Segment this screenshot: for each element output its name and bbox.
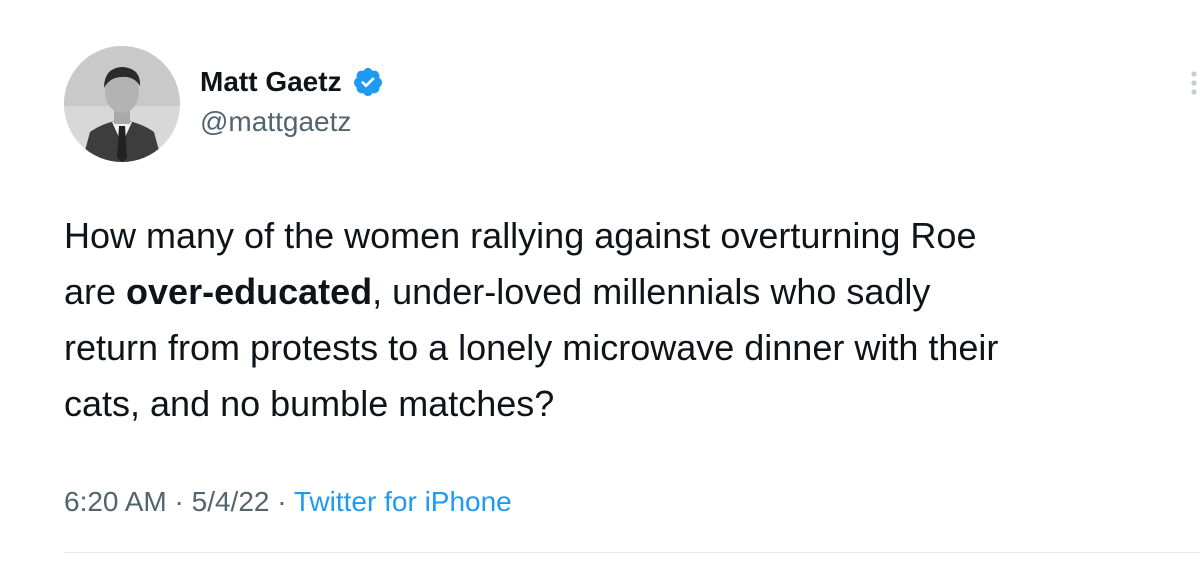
tweet-text: How many of the women rallying against o… <box>64 208 1200 432</box>
avatar[interactable] <box>64 46 180 162</box>
author-name-row: Matt Gaetz <box>200 62 384 102</box>
author-handle[interactable]: @mattgaetz <box>200 106 351 138</box>
divider <box>64 552 1200 553</box>
verified-badge-icon <box>352 66 384 98</box>
tweet-text-segment: , under-loved millennials who sadly <box>372 271 931 312</box>
tweet-text-bold-segment: over-educated <box>126 271 373 312</box>
tweet-text-segment: are <box>64 271 127 312</box>
tweet-text-line: are over-educated, under-loved millennia… <box>64 264 1200 320</box>
tweet-text-line: cats, and no bumble matches? <box>64 383 555 424</box>
tweet-date[interactable]: 5/4/22 <box>192 486 270 517</box>
more-options-icon[interactable] <box>1182 68 1200 98</box>
tweet-card: Matt Gaetz @mattgaetz How many of the wo… <box>0 0 1200 562</box>
meta-separator: · <box>166 486 192 517</box>
author-display-name[interactable]: Matt Gaetz <box>200 66 342 98</box>
tweet-meta: 6:20 AM · 5/4/22 · Twitter for iPhone <box>64 486 512 518</box>
avatar-photo <box>64 46 180 162</box>
meta-separator: · <box>269 486 294 517</box>
tweet-text-line: return from protests to a lonely microwa… <box>64 327 999 368</box>
tweet-time[interactable]: 6:20 AM <box>64 486 167 517</box>
tweet-source-link[interactable]: Twitter for iPhone <box>294 486 512 517</box>
tweet-text-line: How many of the women rallying against o… <box>64 215 977 256</box>
